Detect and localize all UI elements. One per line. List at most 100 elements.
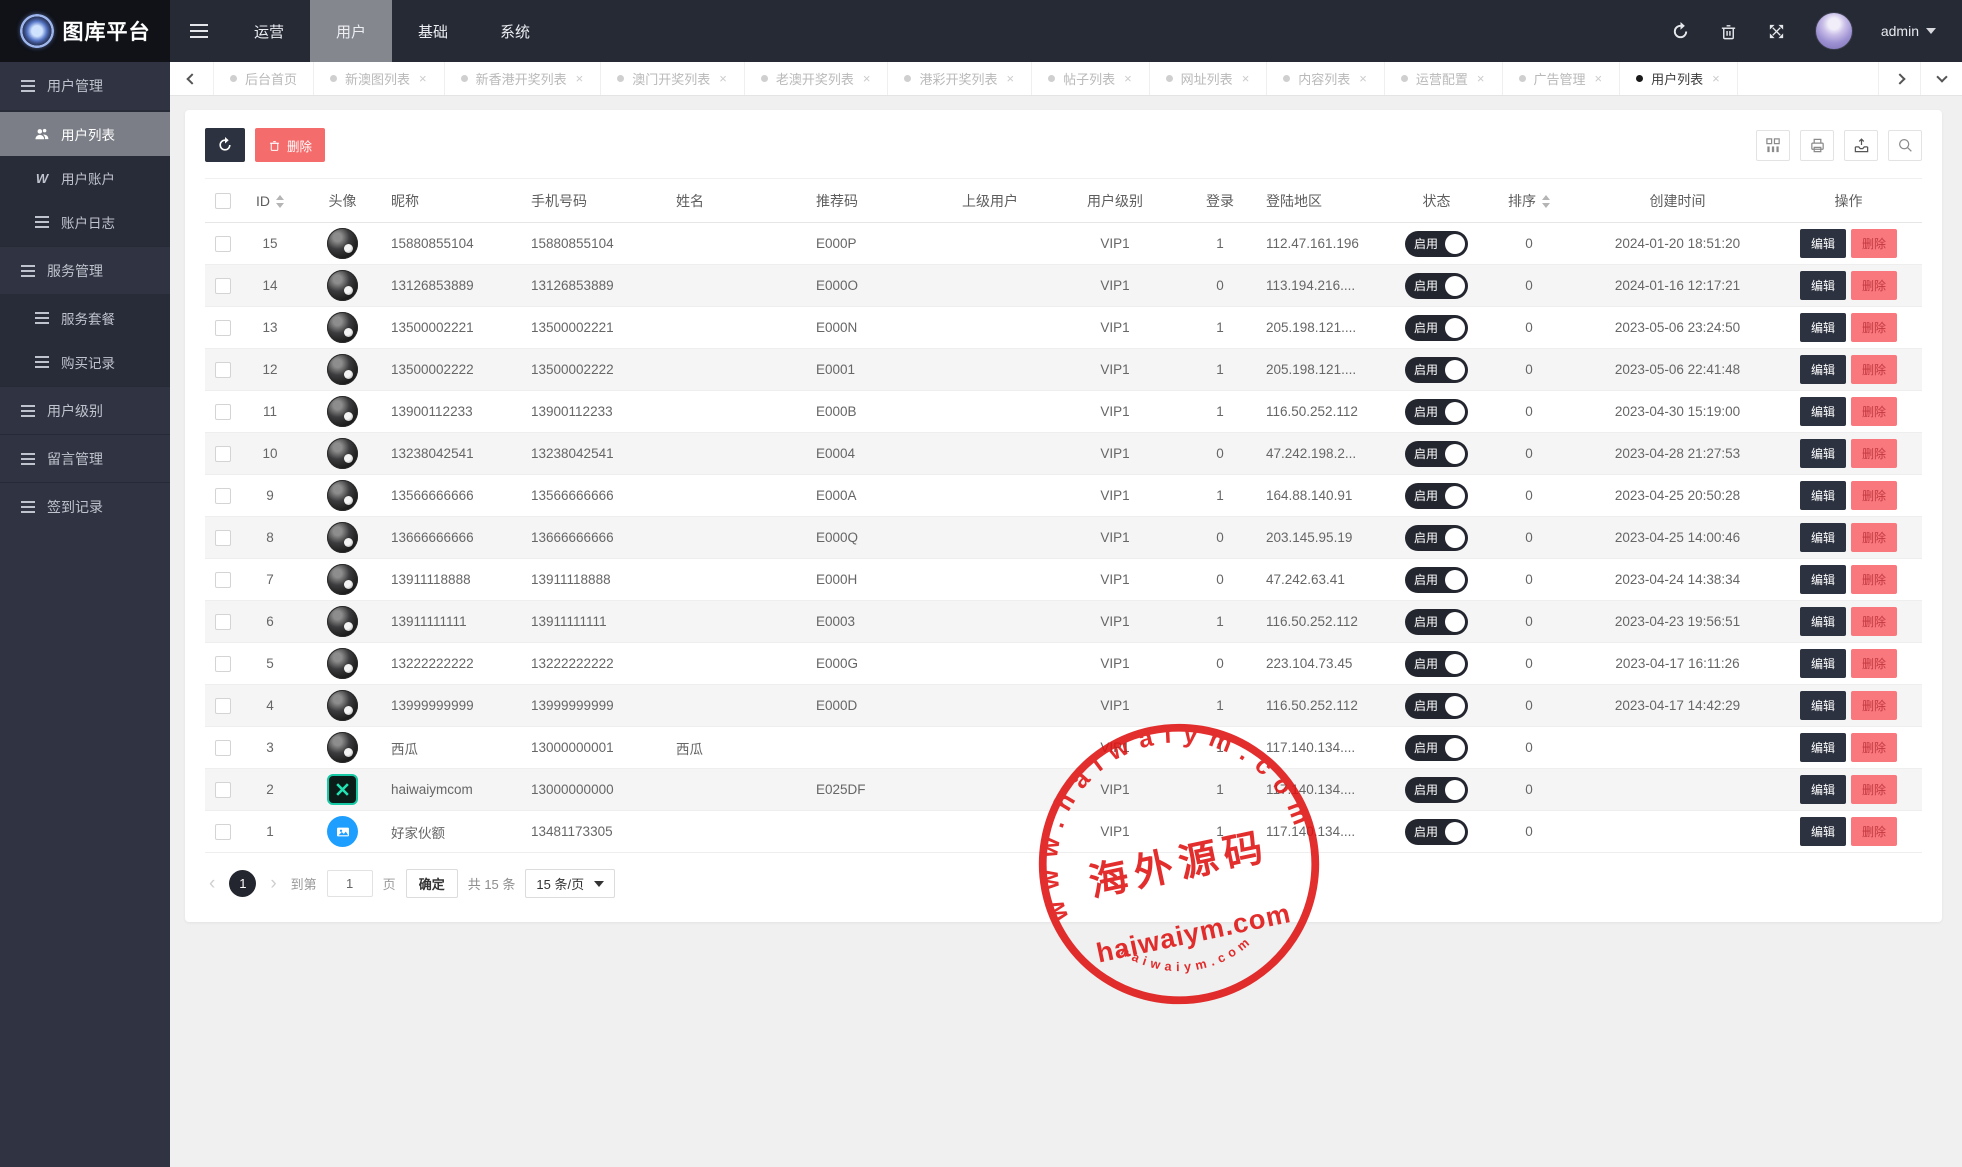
status-toggle[interactable]: 启用	[1405, 230, 1468, 257]
user-menu[interactable]: admin	[1881, 23, 1936, 39]
tab-10[interactable]: 广告管理 ×	[1503, 62, 1621, 95]
tabs-menu-button[interactable]	[1920, 62, 1962, 95]
search-icon[interactable]	[1888, 129, 1922, 161]
status-toggle[interactable]: 启用	[1405, 818, 1468, 845]
per-page-select[interactable]: 15 条/页	[525, 869, 616, 898]
status-toggle[interactable]: 启用	[1405, 566, 1468, 593]
delete-button[interactable]: 删除	[1851, 481, 1898, 510]
topnav-item-3[interactable]: 系统	[474, 0, 556, 62]
tab-close-icon[interactable]: ×	[1476, 72, 1486, 85]
tab-11[interactable]: 用户列表 ×	[1620, 62, 1738, 95]
row-checkbox[interactable]	[214, 277, 231, 294]
delete-button[interactable]: 删除	[1851, 607, 1898, 636]
tab-4[interactable]: 老澳开奖列表 ×	[745, 62, 889, 95]
delete-button[interactable]: 删除	[1851, 691, 1898, 720]
status-toggle[interactable]: 启用	[1405, 734, 1468, 761]
collapse-sidebar-button[interactable]	[170, 0, 228, 62]
refresh-table-button[interactable]	[205, 128, 245, 162]
status-toggle[interactable]: 启用	[1405, 692, 1468, 719]
delete-button[interactable]: 删除	[1851, 439, 1898, 468]
row-checkbox[interactable]	[214, 235, 231, 252]
sidebar-item-0-1[interactable]: W 用户账户	[0, 156, 170, 200]
delete-button[interactable]: 删除	[1851, 649, 1898, 678]
page-number-button[interactable]: 1	[229, 870, 257, 897]
status-toggle[interactable]: 启用	[1405, 524, 1468, 551]
prev-page-button[interactable]: ‹	[205, 874, 219, 893]
row-checkbox[interactable]	[214, 445, 231, 462]
status-toggle[interactable]: 启用	[1405, 398, 1468, 425]
print-icon[interactable]	[1800, 129, 1834, 161]
delete-button[interactable]: 删除	[1851, 271, 1898, 300]
tab-close-icon[interactable]: ×	[1358, 72, 1368, 85]
edit-button[interactable]: 编辑	[1799, 691, 1846, 720]
row-checkbox[interactable]	[214, 361, 231, 378]
row-checkbox[interactable]	[214, 613, 231, 630]
row-checkbox[interactable]	[214, 403, 231, 420]
status-toggle[interactable]: 启用	[1405, 314, 1468, 341]
delete-button[interactable]: 删除	[1851, 733, 1898, 762]
avatar[interactable]	[1814, 12, 1853, 50]
export-icon[interactable]	[1844, 129, 1878, 161]
sidebar-section-0[interactable]: 用户管理	[0, 62, 170, 110]
edit-button[interactable]: 编辑	[1799, 229, 1846, 258]
delete-button[interactable]: 删除	[1851, 355, 1898, 384]
batch-delete-button[interactable]: 删除	[255, 128, 326, 162]
delete-button[interactable]: 删除	[1851, 775, 1898, 804]
sidebar-item-0-0[interactable]: 用户列表	[0, 112, 170, 156]
edit-button[interactable]: 编辑	[1799, 565, 1846, 594]
edit-button[interactable]: 编辑	[1799, 481, 1846, 510]
sidebar-section-4[interactable]: 签到记录	[0, 482, 170, 530]
fullscreen-icon[interactable]	[1767, 21, 1787, 41]
status-toggle[interactable]: 启用	[1405, 776, 1468, 803]
row-checkbox[interactable]	[214, 781, 231, 798]
trash-icon[interactable]	[1719, 21, 1739, 41]
status-toggle[interactable]: 启用	[1405, 608, 1468, 635]
row-checkbox[interactable]	[214, 823, 231, 840]
tab-8[interactable]: 内容列表 ×	[1267, 62, 1385, 95]
tab-0[interactable]: 后台首页	[214, 62, 315, 95]
delete-button[interactable]: 删除	[1851, 565, 1898, 594]
select-all-checkbox[interactable]	[214, 193, 231, 210]
tab-6[interactable]: 帖子列表 ×	[1032, 62, 1150, 95]
tab-close-icon[interactable]: ×	[862, 72, 872, 85]
edit-button[interactable]: 编辑	[1799, 397, 1846, 426]
edit-button[interactable]: 编辑	[1799, 775, 1846, 804]
edit-button[interactable]: 编辑	[1799, 649, 1846, 678]
tab-5[interactable]: 港彩开奖列表 ×	[888, 62, 1033, 95]
sidebar-section-3[interactable]: 留言管理	[0, 434, 170, 482]
edit-button[interactable]: 编辑	[1799, 817, 1846, 846]
delete-button[interactable]: 删除	[1851, 523, 1898, 552]
sidebar-section-2[interactable]: 用户级别	[0, 386, 170, 434]
edit-button[interactable]: 编辑	[1799, 523, 1846, 552]
tab-close-icon[interactable]: ×	[1711, 72, 1721, 85]
tab-3[interactable]: 澳门开奖列表 ×	[601, 62, 745, 95]
status-toggle[interactable]: 启用	[1405, 356, 1468, 383]
tab-close-icon[interactable]: ×	[1594, 72, 1604, 85]
tab-7[interactable]: 网址列表 ×	[1150, 62, 1268, 95]
sort-icon[interactable]	[1542, 195, 1550, 209]
edit-button[interactable]: 编辑	[1799, 607, 1846, 636]
tab-close-icon[interactable]: ×	[418, 72, 428, 85]
status-toggle[interactable]: 启用	[1405, 272, 1468, 299]
tab-2[interactable]: 新香港开奖列表 ×	[445, 62, 602, 95]
next-page-button[interactable]: ›	[266, 874, 280, 893]
edit-button[interactable]: 编辑	[1799, 733, 1846, 762]
sidebar-section-1[interactable]: 服务管理	[0, 246, 170, 294]
edit-button[interactable]: 编辑	[1799, 271, 1846, 300]
topnav-item-0[interactable]: 运营	[228, 0, 310, 62]
topnav-item-1[interactable]: 用户	[310, 0, 393, 62]
edit-button[interactable]: 编辑	[1799, 355, 1846, 384]
tab-1[interactable]: 新澳图列表 ×	[314, 62, 445, 95]
tabs-scroll-left-button[interactable]	[170, 62, 214, 95]
row-checkbox[interactable]	[214, 739, 231, 756]
tab-close-icon[interactable]: ×	[718, 72, 728, 85]
sort-icon[interactable]	[276, 195, 284, 209]
row-checkbox[interactable]	[214, 319, 231, 336]
tabs-scroll-right-button[interactable]	[1878, 62, 1920, 95]
delete-button[interactable]: 删除	[1851, 229, 1898, 258]
tab-close-icon[interactable]: ×	[1005, 72, 1015, 85]
row-checkbox[interactable]	[214, 571, 231, 588]
status-toggle[interactable]: 启用	[1405, 440, 1468, 467]
refresh-icon[interactable]	[1671, 21, 1691, 41]
tab-close-icon[interactable]: ×	[1123, 72, 1133, 85]
